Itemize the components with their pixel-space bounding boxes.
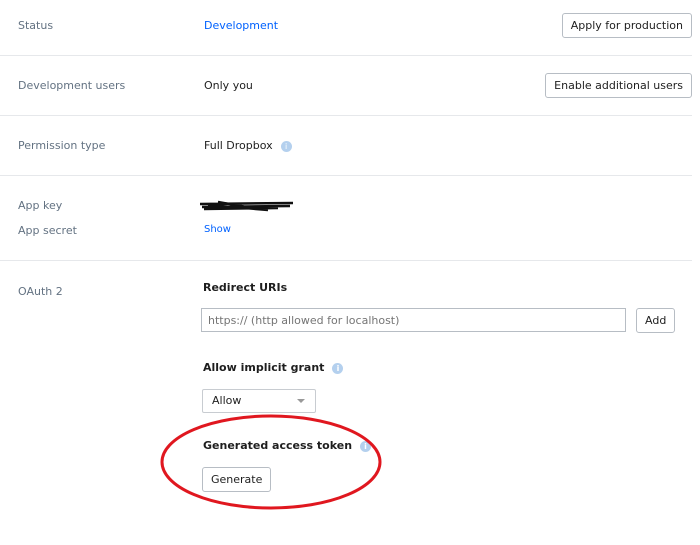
- divider: [0, 115, 692, 116]
- status-label: Status: [18, 19, 54, 32]
- show-secret-link[interactable]: Show: [204, 224, 231, 235]
- oauth-label: OAuth 2: [18, 285, 63, 298]
- status-value: Development: [204, 19, 279, 32]
- app-key-label: App key: [18, 199, 63, 212]
- implicit-grant-title: Allow implicit grant: [203, 361, 325, 374]
- apply-production-button[interactable]: Apply for production: [561, 13, 692, 38]
- enable-users-button[interactable]: Enable additional users: [545, 73, 692, 98]
- info-icon[interactable]: i: [332, 362, 344, 374]
- dev-users-label: Development users: [18, 79, 126, 92]
- dev-users-value: Only you: [204, 79, 253, 92]
- chevron-down-icon: [297, 399, 305, 407]
- permission-label: Permission type: [18, 139, 106, 152]
- add-redirect-button[interactable]: Add: [636, 308, 676, 333]
- implicit-grant-value: Allow: [212, 394, 242, 407]
- redirect-uri-input[interactable]: [201, 308, 626, 332]
- app-secret-label: App secret: [18, 224, 77, 237]
- red-circle-annotation: [160, 414, 382, 510]
- implicit-grant-field: Allow implicit grant i: [203, 361, 344, 374]
- info-icon[interactable]: i: [280, 140, 292, 152]
- permission-value: Full Dropbox: [204, 139, 273, 152]
- divider: [0, 175, 692, 176]
- divider: [0, 260, 692, 261]
- permission-field: Full Dropbox i: [204, 139, 292, 152]
- divider: [0, 55, 692, 56]
- redirect-uris-title: Redirect URIs: [203, 281, 288, 294]
- redacted-app-key-scribble: [199, 200, 294, 212]
